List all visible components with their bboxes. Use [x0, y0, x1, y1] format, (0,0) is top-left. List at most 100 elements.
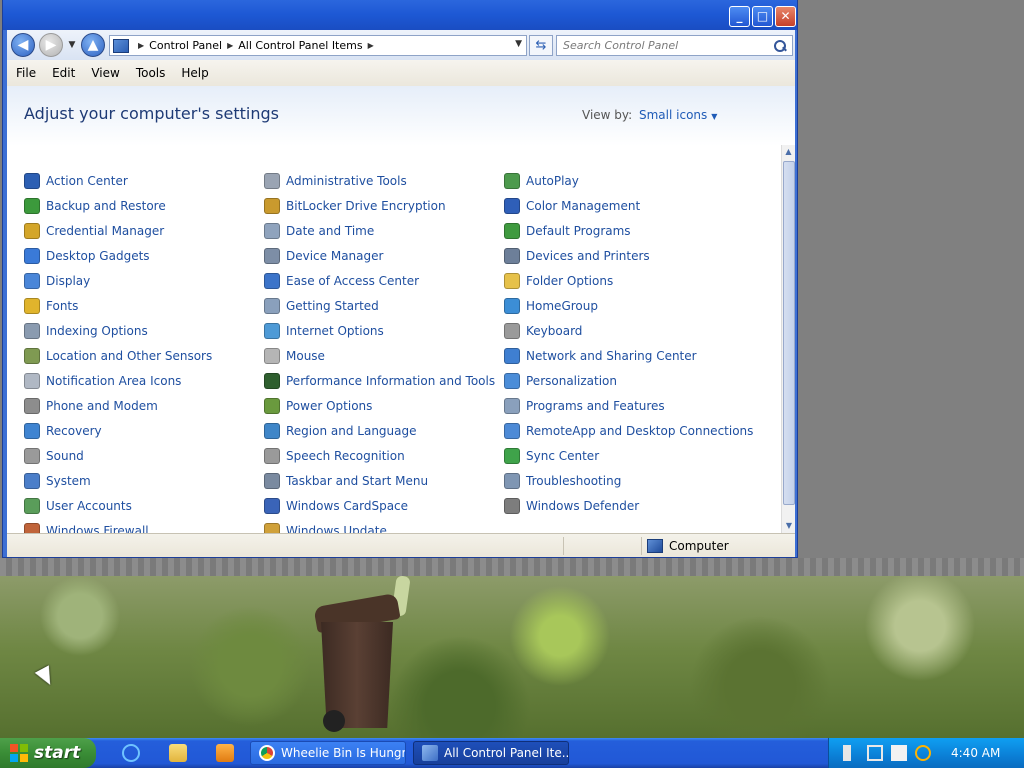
control-panel-item-label[interactable]: Color Management — [526, 199, 640, 213]
scroll-up-icon[interactable]: ▲ — [782, 145, 795, 159]
control-panel-item[interactable]: Devices and Printers — [504, 246, 650, 266]
control-panel-item[interactable]: Sound — [24, 446, 84, 466]
control-panel-item-label[interactable]: Desktop Gadgets — [46, 249, 150, 263]
action-center-flag-icon[interactable] — [891, 745, 907, 761]
control-panel-item-label[interactable]: Administrative Tools — [286, 174, 407, 188]
control-panel-item[interactable]: Display — [24, 271, 90, 291]
control-panel-item-label[interactable]: Personalization — [526, 374, 617, 388]
control-panel-item[interactable]: Windows CardSpace — [264, 496, 408, 516]
control-panel-item[interactable]: Sync Center — [504, 446, 599, 466]
control-panel-item-label[interactable]: Internet Options — [286, 324, 384, 338]
title-bar[interactable]: _ □ ✕ — [3, 0, 797, 30]
control-panel-item-label[interactable]: Default Programs — [526, 224, 631, 238]
control-panel-item[interactable]: Administrative Tools — [264, 171, 407, 191]
start-button[interactable]: start — [0, 738, 96, 768]
folder-icon[interactable] — [169, 744, 187, 762]
search-icon[interactable] — [915, 745, 931, 761]
control-panel-item[interactable]: Location and Other Sensors — [24, 346, 212, 366]
control-panel-item-label[interactable]: Display — [46, 274, 90, 288]
view-by-value[interactable]: Small icons — [639, 108, 707, 122]
internet-explorer-icon[interactable] — [122, 744, 140, 762]
control-panel-item-label[interactable]: Keyboard — [526, 324, 582, 338]
control-panel-item-label[interactable]: Windows CardSpace — [286, 499, 408, 513]
control-panel-item[interactable]: Getting Started — [264, 296, 379, 316]
control-panel-item[interactable]: Internet Options — [264, 321, 384, 341]
refresh-button[interactable]: ⇆ — [529, 35, 553, 56]
close-button[interactable]: ✕ — [775, 6, 796, 27]
control-panel-item[interactable]: Default Programs — [504, 221, 631, 241]
control-panel-item[interactable]: Action Center — [24, 171, 128, 191]
control-panel-item[interactable]: Backup and Restore — [24, 196, 166, 216]
up-button[interactable]: ▲ — [81, 33, 105, 57]
control-panel-item[interactable]: Notification Area Icons — [24, 371, 181, 391]
control-panel-item[interactable]: Windows Firewall — [24, 521, 149, 533]
search-input[interactable] — [557, 36, 772, 55]
control-panel-item-label[interactable]: Action Center — [46, 174, 128, 188]
control-panel-item-label[interactable]: AutoPlay — [526, 174, 579, 188]
control-panel-item[interactable]: Ease of Access Center — [264, 271, 419, 291]
control-panel-item-label[interactable]: Indexing Options — [46, 324, 148, 338]
recent-pages-dropdown[interactable]: ▼ — [67, 40, 77, 50]
volume-muted-icon[interactable] — [843, 745, 859, 761]
taskbar-button-chrome[interactable]: Wheelie Bin Is Hungr... — [250, 741, 406, 765]
control-panel-item[interactable]: RemoteApp and Desktop Connections — [504, 421, 753, 441]
control-panel-item-label[interactable]: Windows Defender — [526, 499, 639, 513]
control-panel-item[interactable]: Date and Time — [264, 221, 374, 241]
back-button[interactable]: ◀ — [11, 33, 35, 57]
control-panel-item-label[interactable]: Windows Update — [286, 524, 387, 533]
control-panel-item[interactable]: BitLocker Drive Encryption — [264, 196, 446, 216]
control-panel-item[interactable]: Credential Manager — [24, 221, 164, 241]
control-panel-item-label[interactable]: Programs and Features — [526, 399, 665, 413]
control-panel-item-label[interactable]: Ease of Access Center — [286, 274, 419, 288]
control-panel-item-label[interactable]: Sync Center — [526, 449, 599, 463]
control-panel-item[interactable]: AutoPlay — [504, 171, 579, 191]
network-icon[interactable] — [867, 745, 883, 761]
control-panel-item-label[interactable]: Device Manager — [286, 249, 383, 263]
menu-edit[interactable]: Edit — [52, 66, 75, 80]
control-panel-item[interactable]: Folder Options — [504, 271, 613, 291]
control-panel-item[interactable]: HomeGroup — [504, 296, 598, 316]
search-box[interactable] — [556, 35, 793, 56]
control-panel-item-label[interactable]: RemoteApp and Desktop Connections — [526, 424, 753, 438]
control-panel-item-label[interactable]: System — [46, 474, 91, 488]
forward-button[interactable]: ▶ — [39, 33, 63, 57]
control-panel-item[interactable]: Taskbar and Start Menu — [264, 471, 428, 491]
breadcrumb-all-items[interactable]: All Control Panel Items — [238, 39, 362, 52]
menu-help[interactable]: Help — [181, 66, 208, 80]
control-panel-item[interactable]: Device Manager — [264, 246, 383, 266]
vertical-scrollbar[interactable]: ▲ ▼ — [781, 145, 795, 533]
control-panel-item-label[interactable]: Troubleshooting — [526, 474, 621, 488]
control-panel-item[interactable]: Personalization — [504, 371, 617, 391]
menu-tools[interactable]: Tools — [136, 66, 166, 80]
control-panel-item-label[interactable]: Sound — [46, 449, 84, 463]
control-panel-item-label[interactable]: Mouse — [286, 349, 325, 363]
control-panel-item-label[interactable]: Performance Information and Tools — [286, 374, 495, 388]
control-panel-item-label[interactable]: Devices and Printers — [526, 249, 650, 263]
media-player-icon[interactable] — [216, 744, 234, 762]
control-panel-item-label[interactable]: Notification Area Icons — [46, 374, 181, 388]
control-panel-item[interactable]: Programs and Features — [504, 396, 665, 416]
chevron-right-icon[interactable]: ▶ — [227, 41, 233, 50]
chevron-down-icon[interactable]: ▼ — [711, 112, 717, 121]
control-panel-item-label[interactable]: Region and Language — [286, 424, 417, 438]
control-panel-item[interactable]: Power Options — [264, 396, 372, 416]
control-panel-item[interactable]: Windows Update — [264, 521, 387, 533]
control-panel-item[interactable]: Color Management — [504, 196, 640, 216]
control-panel-item[interactable]: Speech Recognition — [264, 446, 405, 466]
control-panel-item[interactable]: Phone and Modem — [24, 396, 158, 416]
control-panel-item-label[interactable]: Taskbar and Start Menu — [286, 474, 428, 488]
control-panel-item[interactable]: System — [24, 471, 91, 491]
control-panel-item-label[interactable]: Credential Manager — [46, 224, 164, 238]
control-panel-item[interactable]: Windows Defender — [504, 496, 639, 516]
clock[interactable]: 4:40 AM — [951, 746, 1000, 760]
address-bar[interactable]: ▶ Control Panel ▶ All Control Panel Item… — [109, 35, 527, 56]
control-panel-item[interactable]: Keyboard — [504, 321, 582, 341]
control-panel-item-label[interactable]: Power Options — [286, 399, 372, 413]
scroll-down-icon[interactable]: ▼ — [782, 519, 795, 533]
control-panel-item-label[interactable]: Backup and Restore — [46, 199, 166, 213]
control-panel-item[interactable]: Mouse — [264, 346, 325, 366]
control-panel-item-label[interactable]: Getting Started — [286, 299, 379, 313]
menu-file[interactable]: File — [16, 66, 36, 80]
control-panel-item[interactable]: Performance Information and Tools — [264, 371, 495, 391]
scroll-thumb[interactable] — [783, 161, 795, 505]
